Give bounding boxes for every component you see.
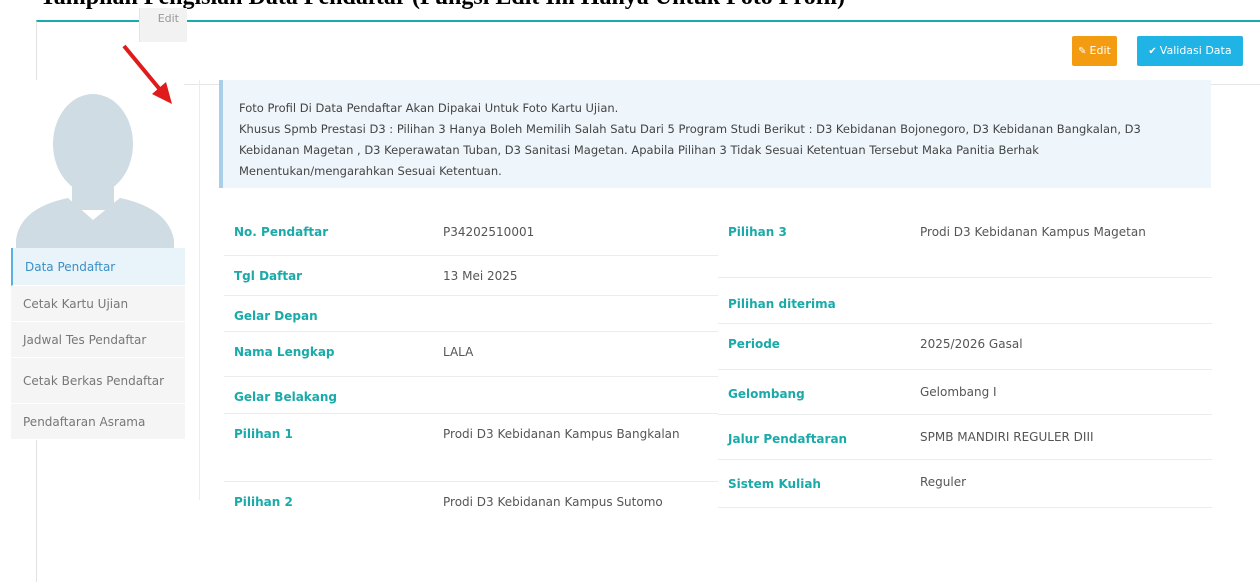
field-label: Tgl Daftar xyxy=(234,269,303,283)
row-pilihan-diterima: Pilihan diterima xyxy=(718,278,1212,324)
field-label: Nama Lengkap xyxy=(234,345,335,359)
info-notice: Foto Profil Di Data Pendaftar Akan Dipak… xyxy=(219,80,1211,188)
row-pilihan-1: Pilihan 1 Prodi D3 Kebidanan Kampus Bang… xyxy=(224,414,718,482)
notice-line-1: Foto Profil Di Data Pendaftar Akan Dipak… xyxy=(239,101,619,115)
field-value: Prodi D3 Kebidanan Kampus Magetan xyxy=(920,225,1146,239)
row-nama-lengkap: Nama Lengkap LALA xyxy=(224,332,718,377)
field-value: Prodi D3 Kebidanan Kampus Sutomo xyxy=(443,495,663,509)
sidebar-item-cetak-berkas[interactable]: Cetak Berkas Pendaftar xyxy=(11,358,185,404)
notice-line-2: Khusus Spmb Prestasi D3 : Pilihan 3 Hany… xyxy=(239,122,1141,178)
field-value: Prodi D3 Kebidanan Kampus Bangkalan xyxy=(443,427,680,441)
field-value: 13 Mei 2025 xyxy=(443,269,518,283)
sidebar-menu: Data Pendaftar Cetak Kartu Ujian Jadwal … xyxy=(11,248,185,440)
field-label: Sistem Kuliah xyxy=(728,477,821,491)
action-bar: ✎ Edit ✔ Validasi Data xyxy=(37,22,1260,85)
row-pilihan-3: Pilihan 3 Prodi D3 Kebidanan Kampus Mage… xyxy=(718,212,1212,278)
field-label: Pilihan diterima xyxy=(728,297,836,311)
field-label: Periode xyxy=(728,337,780,351)
sidebar-item-data-pendaftar[interactable]: Data Pendaftar xyxy=(11,248,185,286)
row-pilihan-2: Pilihan 2 Prodi D3 Kebidanan Kampus Suto… xyxy=(224,482,718,526)
field-label: Pilihan 3 xyxy=(728,225,787,239)
validasi-button-label: Validasi Data xyxy=(1159,44,1232,57)
right-info-table: Pilihan 3 Prodi D3 Kebidanan Kampus Mage… xyxy=(718,212,1212,508)
row-sistem-kuliah: Sistem Kuliah Reguler xyxy=(718,460,1212,508)
field-value: Gelombang I xyxy=(920,385,997,399)
field-value: Reguler xyxy=(920,475,967,489)
sidebar-divider xyxy=(199,80,200,500)
field-label: Pilihan 2 xyxy=(234,495,293,509)
field-label: Gelombang xyxy=(728,387,805,401)
left-info-table: No. Pendaftar P34202510001 Tgl Daftar 13… xyxy=(224,212,718,526)
avatar-edit-button[interactable]: Edit xyxy=(139,8,187,42)
field-value: SPMB MANDIRI REGULER DIII xyxy=(920,430,1094,444)
field-value: P34202510001 xyxy=(443,225,535,239)
top-banner: Tampilan Pengisian Data Pendaftar (Fungs… xyxy=(0,0,1260,22)
field-label: Jalur Pendaftaran xyxy=(728,432,848,446)
field-value: LALA xyxy=(443,345,474,359)
row-tgl-daftar: Tgl Daftar 13 Mei 2025 xyxy=(224,256,718,296)
row-periode: Periode 2025/2026 Gasal xyxy=(718,324,1212,370)
edit-button-label: Edit xyxy=(1089,44,1111,57)
row-gelombang: Gelombang Gelombang I xyxy=(718,370,1212,415)
check-icon: ✔ xyxy=(1148,46,1157,57)
sidebar-item-cetak-kartu-ujian[interactable]: Cetak Kartu Ujian xyxy=(11,286,185,322)
field-label: Pilihan 1 xyxy=(234,427,293,441)
edit-button[interactable]: ✎ Edit xyxy=(1072,36,1117,66)
row-gelar-belakang: Gelar Belakang xyxy=(224,377,718,414)
field-label: Gelar Depan xyxy=(234,309,318,323)
row-jalur-pendaftaran: Jalur Pendaftaran SPMB MANDIRI REGULER D… xyxy=(718,415,1212,460)
pencil-icon: ✎ xyxy=(1078,46,1087,57)
field-label: No. Pendaftar xyxy=(234,225,329,239)
sidebar-item-jadwal-tes[interactable]: Jadwal Tes Pendaftar xyxy=(11,322,185,358)
field-value: 2025/2026 Gasal xyxy=(920,337,1023,351)
sidebar-item-pendaftaran-asrama[interactable]: Pendaftaran Asrama xyxy=(11,404,185,440)
red-arrow-icon xyxy=(120,42,180,112)
row-gelar-depan: Gelar Depan xyxy=(224,296,718,332)
row-no-pendaftar: No. Pendaftar P34202510001 xyxy=(224,212,718,256)
field-label: Gelar Belakang xyxy=(234,390,338,404)
validasi-data-button[interactable]: ✔ Validasi Data xyxy=(1137,36,1243,66)
